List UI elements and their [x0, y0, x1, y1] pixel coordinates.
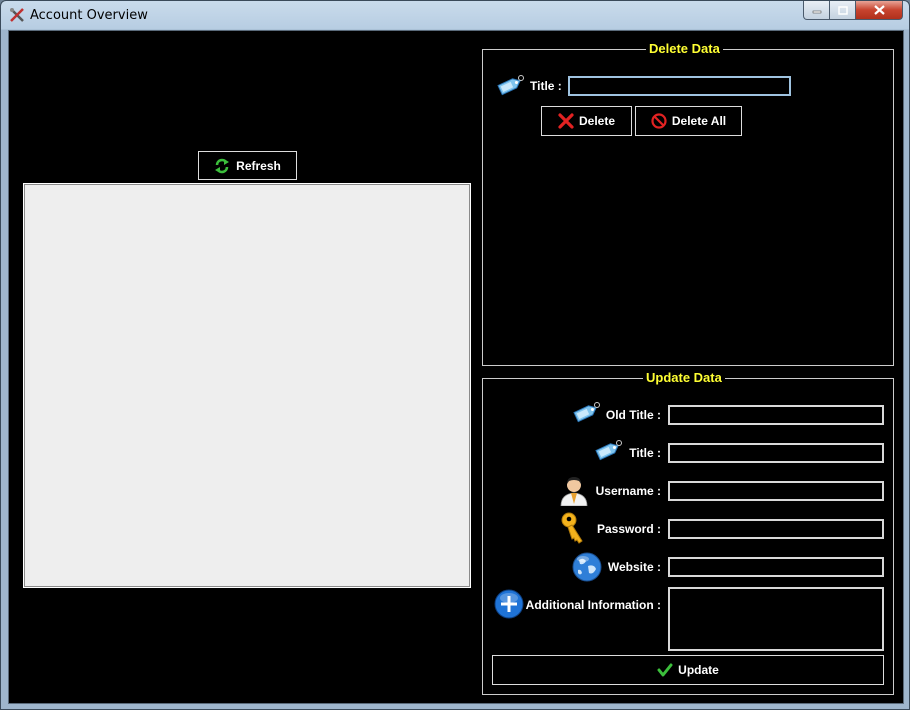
old-title-label: Old Title :: [605, 408, 661, 422]
minimize-icon: [812, 10, 821, 14]
tag-icon: [573, 402, 600, 423]
checkmark-icon: [657, 663, 673, 677]
maximize-icon: [837, 5, 848, 15]
globe-icon: [572, 552, 602, 582]
plus-circle-icon: [494, 589, 524, 619]
title-label: Title :: [629, 446, 661, 460]
app-window: Account Overview Refresh Delete Data Tit…: [0, 0, 910, 710]
accounts-list[interactable]: [23, 183, 471, 588]
update-button[interactable]: Update: [492, 655, 884, 685]
client-area: Refresh Delete Data Title : Delete Delet…: [8, 30, 904, 704]
password-label: Password :: [596, 522, 661, 536]
username-input[interactable]: [668, 481, 884, 501]
tools-icon: [10, 8, 24, 22]
delete-all-label: Delete All: [671, 114, 727, 128]
caption-buttons: [803, 1, 903, 21]
user-icon: [560, 477, 588, 506]
update-label: Update: [678, 663, 719, 677]
password-input[interactable]: [668, 519, 884, 539]
old-title-input[interactable]: [668, 405, 884, 425]
window-title: Account Overview: [30, 8, 148, 23]
delete-button[interactable]: Delete: [541, 106, 632, 136]
close-button[interactable]: [856, 1, 903, 20]
refresh-label: Refresh: [236, 158, 281, 173]
maximize-button[interactable]: [830, 1, 856, 20]
additional-info-input[interactable]: [668, 587, 884, 651]
minimize-button[interactable]: [803, 1, 830, 20]
update-data-group: Update Data Old Title : Title: Username…: [482, 370, 894, 695]
title-bar[interactable]: Account Overview: [1, 1, 909, 29]
website-input[interactable]: [668, 557, 884, 577]
delete-data-group: Delete Data Title : Delete Delete All: [482, 41, 894, 366]
no-entry-icon: [651, 113, 667, 129]
delete-data-title: Delete Data: [646, 41, 723, 56]
tag-icon: [497, 75, 524, 96]
delete-all-button[interactable]: Delete All: [635, 106, 742, 136]
title-input[interactable]: [668, 443, 884, 463]
delete-title-label: Title :: [530, 79, 562, 93]
delete-title-input[interactable]: [568, 76, 791, 96]
delete-label: Delete: [578, 114, 616, 128]
refresh-button[interactable]: Refresh: [198, 151, 297, 180]
tag-icon: [595, 440, 622, 461]
refresh-icon: [215, 158, 230, 173]
red-x-icon: [558, 113, 574, 129]
update-data-title: Update Data: [643, 370, 725, 385]
close-icon: [873, 5, 885, 15]
website-label: Website :: [607, 560, 661, 574]
key-icon: [561, 512, 583, 544]
username-label: Username :: [595, 484, 661, 498]
additional-info-label: Additional Information :: [525, 598, 661, 612]
